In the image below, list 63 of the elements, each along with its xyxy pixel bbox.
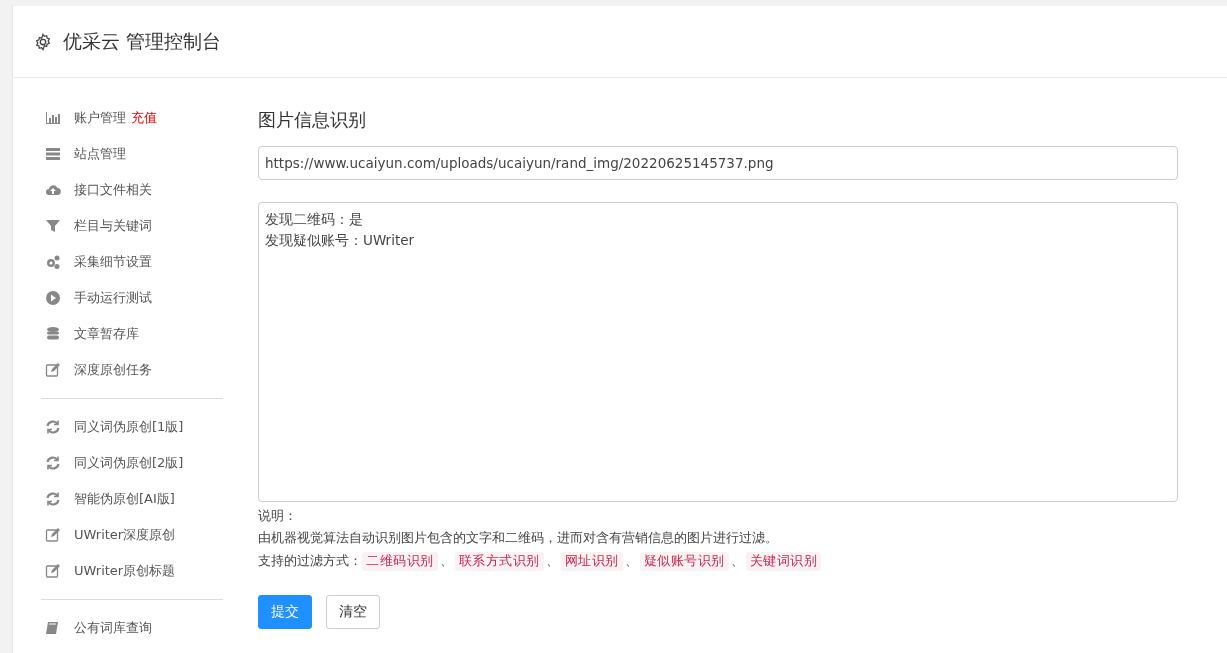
sidebar-label: 账户管理	[74, 109, 126, 127]
edit-icon	[45, 527, 61, 543]
gears-icon	[45, 254, 61, 270]
refresh-icon	[45, 419, 61, 435]
sidebar-item[interactable]: 站点管理	[41, 136, 223, 172]
filter-icon	[45, 218, 61, 234]
section-title: 图片信息识别	[258, 108, 367, 132]
sidebar-label: 手动运行测试	[74, 289, 152, 307]
sidebar-item[interactable]: 同义词伪原创[2版]	[41, 445, 223, 481]
sidebar-label: 同义词伪原创[2版]	[74, 454, 184, 472]
sidebar-item[interactable]: 智能伪原创[AI版]	[41, 481, 223, 517]
book-icon	[45, 620, 61, 636]
sidebar-item[interactable]: 文章暂存库	[41, 316, 223, 352]
sidebar-item[interactable]: UWriter深度原创	[41, 517, 223, 553]
database-icon	[45, 326, 61, 342]
separator-text: 、	[730, 553, 744, 570]
filter-tag: 联系方式识别	[454, 552, 544, 571]
sidebar-item[interactable]: 栏目与关键词	[41, 208, 223, 244]
sidebar-label: 深度原创任务	[74, 361, 152, 379]
console-title: 优采云 管理控制台	[63, 28, 222, 54]
sidebar-item[interactable]: 深度原创任务	[41, 352, 223, 388]
server-icon	[45, 146, 61, 162]
separator-text: 、	[439, 553, 453, 570]
sidebar-label: 智能伪原创[AI版]	[74, 490, 175, 508]
sidebar-item[interactable]: 同义词伪原创[1版]	[41, 409, 223, 445]
filter-tag: 关键词识别	[745, 552, 821, 571]
filter-tag: 二维码识别	[362, 552, 438, 571]
result-line: 发现疑似账号：UWriter	[265, 231, 415, 250]
cloud-upload-icon	[45, 182, 61, 198]
refresh-icon	[45, 491, 61, 507]
play-icon	[45, 290, 61, 306]
sidebar-label: 同义词伪原创[1版]	[74, 418, 184, 436]
separator-text: 、	[624, 553, 638, 570]
sidebar-label: 文章暂存库	[74, 325, 139, 343]
result-line: 发现二维码：是	[265, 210, 363, 229]
sidebar-item[interactable]: UWriter原创标题	[41, 553, 223, 589]
sidebar-label: 公有词库查询	[74, 619, 152, 637]
url-field[interactable]: https://www.ucaiyun.com/uploads/ucaiyun/rand_img/20220625145737.png	[258, 146, 1178, 180]
filter-tag: 疑似账号识别	[639, 552, 729, 571]
sidebar-label: UWriter原创标题	[74, 562, 176, 580]
description-text: 由机器视觉算法自动识别图片包含的文字和二维码，进而对含有营销信息的图片进行过滤。	[258, 530, 779, 546]
bar-chart-icon	[45, 110, 61, 126]
sidebar-item[interactable]: 采集细节设置	[41, 244, 223, 280]
refresh-icon	[45, 455, 61, 471]
sidebar-item[interactable]: 手动运行测试	[41, 280, 223, 316]
sidebar-label: 栏目与关键词	[74, 217, 152, 235]
result-box[interactable]: 发现二维码：是 发现疑似账号：UWriter	[258, 202, 1178, 502]
clear-button[interactable]: 清空	[326, 595, 380, 629]
filters-label: 支持的过滤方式：	[258, 553, 362, 570]
sidebar-label: UWriter深度原创	[74, 526, 176, 544]
sidebar-item[interactable]: 账户管理 充值	[41, 100, 223, 136]
edit-icon	[45, 362, 61, 378]
notes-heading: 说明：	[258, 508, 298, 524]
sidebar-item[interactable]: 公有词库查询	[41, 610, 223, 646]
sidebar-label: 采集细节设置	[74, 253, 152, 271]
separator-text: 、	[545, 553, 559, 570]
recharge-link[interactable]: 充值	[131, 109, 157, 127]
filter-tag: 网址识别	[560, 552, 623, 571]
sidebar-label: 站点管理	[74, 145, 126, 163]
sidebar-item[interactable]: 接口文件相关	[41, 172, 223, 208]
settings-icon	[34, 32, 52, 51]
sidebar-label: 接口文件相关	[74, 181, 152, 199]
edit-icon	[45, 563, 61, 579]
